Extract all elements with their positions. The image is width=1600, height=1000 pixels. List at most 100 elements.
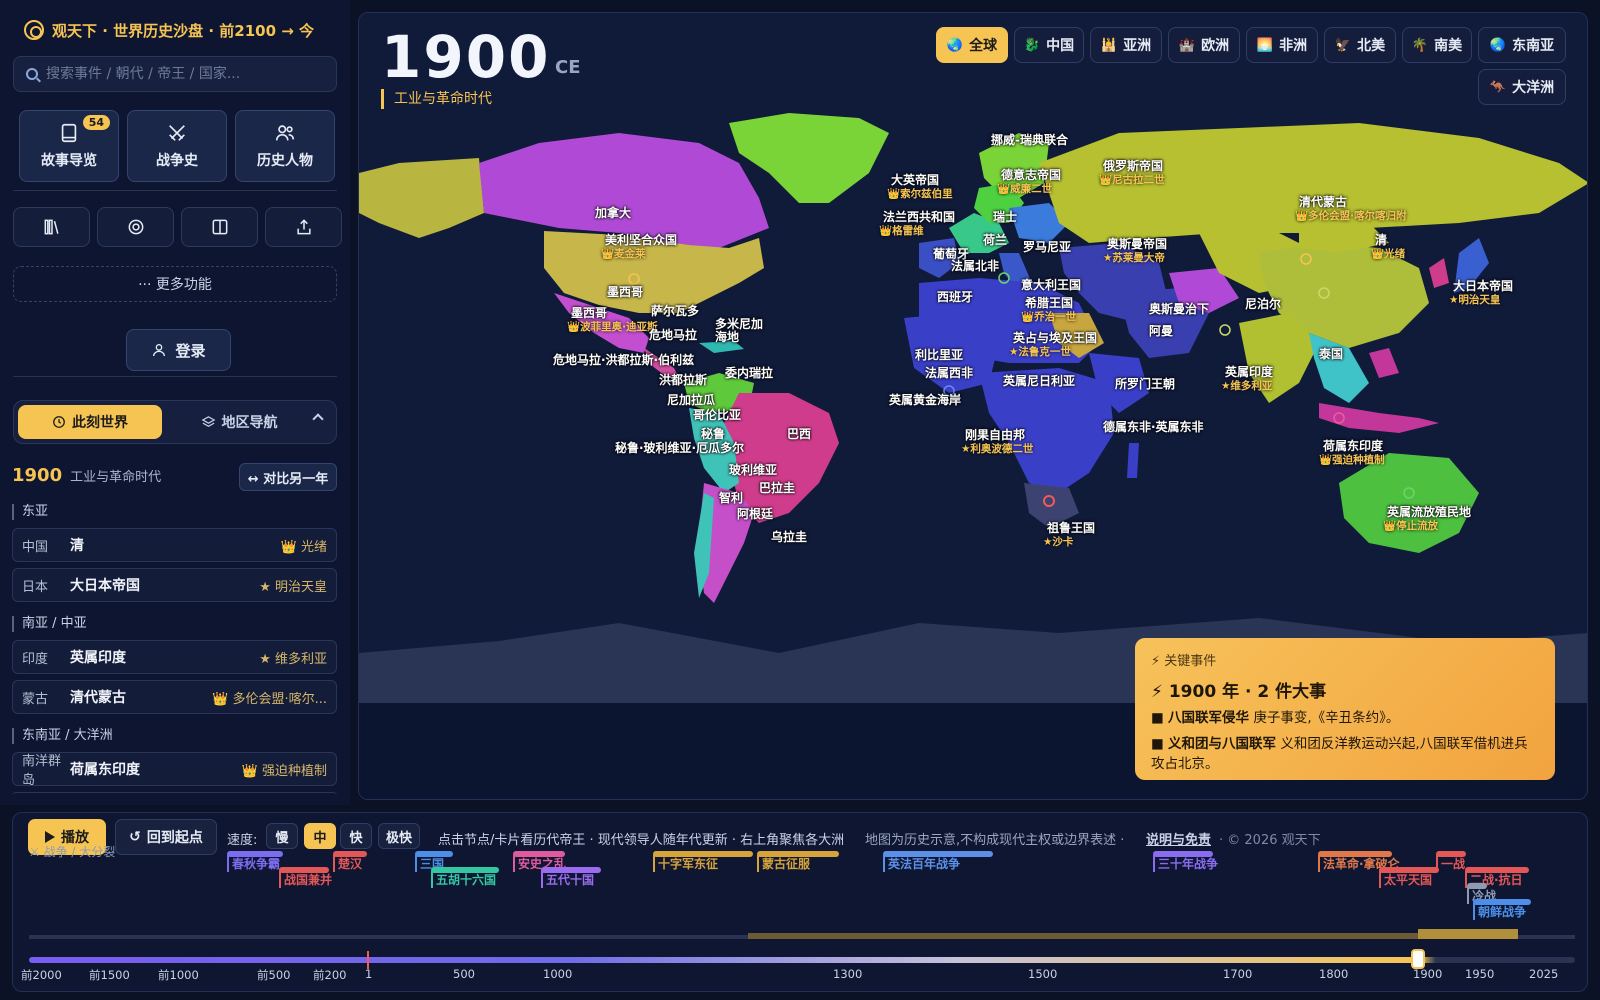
region-button[interactable]: 🕌 亚洲 xyxy=(1090,27,1162,63)
timeline-tick-label: 2025 xyxy=(1529,967,1559,981)
speed-button[interactable]: 极快 xyxy=(378,823,420,849)
map-state-label[interactable]: 尼泊尔 xyxy=(1245,295,1281,312)
region-row[interactable]: 日本 大日本帝国 ★ 明治天皇 xyxy=(12,568,337,602)
row-ruler: ★ 明治天皇 xyxy=(259,579,327,595)
region-button[interactable]: 🦘 大洋洲 xyxy=(1478,69,1566,105)
share-button[interactable] xyxy=(265,207,342,247)
wars-button[interactable]: 战争史 xyxy=(127,110,227,182)
region-row[interactable]: 蒙古 清代蒙古 👑 多伦会盟·喀尔... xyxy=(12,680,337,714)
map-state-label[interactable]: 海地 xyxy=(715,328,739,345)
timeline-event-label[interactable]: 五胡十六国 xyxy=(431,871,496,888)
event-item[interactable]: ■ 义和团与八国联军 义和团反洋教运动兴起,八国联军借机进兵攻占北京。 xyxy=(1151,734,1539,774)
map-state-label[interactable]: 乌拉圭 xyxy=(771,528,807,545)
map-state-label[interactable]: 所罗门王朝 xyxy=(1115,375,1175,392)
disclaimer-link[interactable]: 说明与免责 xyxy=(1146,829,1211,848)
map-state-label[interactable]: 罗马尼亚 xyxy=(1023,238,1071,255)
region-button[interactable]: 🌴 南美 xyxy=(1402,27,1472,63)
tab-now-world[interactable]: 此刻世界 xyxy=(18,405,162,439)
map-state-label[interactable]: 奥斯曼治下 xyxy=(1149,300,1209,317)
timeline-event-label[interactable]: 楚汉 xyxy=(333,855,362,872)
login-button[interactable]: 登录 xyxy=(126,329,231,371)
compare-year-button[interactable]: ↔ 对比另一年 xyxy=(239,463,337,491)
timeline-event-label[interactable]: 朝鲜战争 xyxy=(1473,903,1526,920)
search-icon xyxy=(26,68,38,80)
region-button[interactable]: 🏰 欧洲 xyxy=(1168,27,1240,63)
map-state-label[interactable]: 法属西非 xyxy=(925,364,973,381)
speed-button[interactable]: 慢 xyxy=(266,823,298,849)
world-map[interactable]: 1900 CE 工业与革命时代 🌏 全球 🐉 中国 🕌 亚洲 🏰 欧洲 🌅 非洲 🦅 北美 🌴 南美 🌏 东南… xyxy=(358,12,1588,800)
map-ruler-label: 👑威廉二世 xyxy=(997,183,1053,195)
region-row[interactable]: 南洋群岛 荷属东印度 👑 强迫种植制 xyxy=(12,752,337,788)
more-features-button[interactable]: ··· 更多功能 xyxy=(13,266,337,302)
stories-button[interactable]: 54 故事导览 xyxy=(19,110,119,182)
search-input[interactable] xyxy=(46,66,326,82)
speed-button[interactable]: 快 xyxy=(340,823,372,849)
map-state-label[interactable]: 德属东非·英属东非 xyxy=(1103,418,1204,435)
event-item[interactable]: ■ 八国联军侵华 庚子事变,《辛丑条约》。 xyxy=(1151,708,1539,728)
map-state-label[interactable]: 墨西哥 xyxy=(607,283,643,300)
map-state-label[interactable]: 巴拉圭 xyxy=(759,479,795,496)
map-ruler-label: 👑光绪 xyxy=(1371,248,1406,260)
map-state-label[interactable]: 法属北非 xyxy=(951,257,999,274)
map-state-label[interactable]: 阿根廷 xyxy=(737,505,773,522)
library-button[interactable] xyxy=(13,207,90,247)
region-button[interactable]: 🐉 中国 xyxy=(1014,27,1084,63)
timeline-event-label[interactable]: 英法百年战争 xyxy=(883,855,960,872)
map-ruler-label: 👑强迫种植制 xyxy=(1319,454,1385,466)
map-state-label[interactable]: 瑞士 xyxy=(993,208,1017,225)
timeline-tick-label: 前1000 xyxy=(158,968,199,982)
timeline-event-label[interactable]: 三十年战争 xyxy=(1153,855,1218,872)
target-button[interactable] xyxy=(97,207,174,247)
timeline-event-label[interactable]: 春秋争霸 xyxy=(227,855,280,872)
target-icon xyxy=(128,219,143,235)
chevron-up-icon[interactable] xyxy=(312,413,324,425)
region-row[interactable]: 印度 英属印度 ★ 维多利亚 xyxy=(12,640,337,674)
speed-button[interactable]: 中 xyxy=(304,823,336,849)
map-state-label[interactable]: 萨尔瓦多 xyxy=(651,302,699,319)
timeline-track[interactable] xyxy=(29,957,1575,963)
timeline-event-label[interactable]: 十字军东征 xyxy=(653,855,718,872)
map-state-label[interactable]: 英属黄金海岸 xyxy=(889,391,961,408)
map-state-label[interactable]: 智利 xyxy=(719,489,743,506)
copyright: · © 2026 观天下 xyxy=(1219,833,1321,848)
region-button[interactable]: 🌏 东南亚 xyxy=(1478,27,1566,63)
region-button[interactable]: 🦅 北美 xyxy=(1324,27,1396,63)
map-state-label[interactable]: 玻利维亚 xyxy=(729,461,777,478)
map-state-label[interactable]: 巴西 xyxy=(787,425,811,442)
timeline-tip: 点击节点/卡片看历代帝王 · 现代领导人随年代更新 · 右上角聚焦各大洲 xyxy=(438,833,845,848)
row-country: 中国 xyxy=(22,539,49,555)
timeline-tick-label: 500 xyxy=(453,967,475,981)
map-ruler-label: 👑麦金莱 xyxy=(601,248,646,260)
map-state-label[interactable]: 利比里亚 xyxy=(915,346,963,363)
region-row[interactable]: 中国 清 👑 光绪 xyxy=(12,528,337,562)
map-state-label[interactable]: 西班牙 xyxy=(937,288,973,305)
search-box[interactable] xyxy=(13,56,337,92)
reset-button[interactable]: ↺ 回到起点 xyxy=(115,819,217,855)
map-state-label[interactable]: 阿曼 xyxy=(1149,322,1173,339)
map-state-label[interactable]: 英属尼日利亚 xyxy=(1003,372,1075,389)
key-event-card[interactable]: ⚡ 关键事件 ⚡ 1900 年 · 2 件大事 ■ 八国联军侵华 庚子事变,《辛… xyxy=(1135,638,1555,780)
timeline-event-label[interactable]: 蒙古征服 xyxy=(757,855,810,872)
map-state-label[interactable]: 危地马拉·洪都拉斯·伯利兹 xyxy=(553,351,694,368)
map-state-label[interactable]: 加拿大 xyxy=(595,204,631,221)
map-state-label[interactable]: 危地马拉 xyxy=(649,326,697,343)
timeline-event-label[interactable]: 五代十国 xyxy=(541,871,594,888)
map-state-label[interactable]: 委内瑞拉 xyxy=(725,364,773,381)
map-state-label[interactable]: 泰国 xyxy=(1319,345,1343,362)
map-state-label[interactable]: 挪威-瑞典联合 xyxy=(991,131,1068,148)
map-state-label[interactable]: 意大利王国 xyxy=(1021,276,1081,293)
map-state-label[interactable]: 哥伦比亚 xyxy=(693,406,741,423)
map-state-label[interactable]: 洪都拉斯 xyxy=(659,371,707,388)
timeline-handle[interactable] xyxy=(1411,949,1425,969)
map-state-label[interactable]: 荷兰 xyxy=(983,231,1007,248)
timeline-event-label[interactable]: 战国兼并 xyxy=(279,871,332,888)
map-ruler-label: 👑波菲里奥·迪亚斯 xyxy=(567,321,658,333)
people-button[interactable]: 历史人物 xyxy=(235,110,335,182)
region-button[interactable]: 🌅 非洲 xyxy=(1246,27,1318,63)
region-button[interactable]: 🌏 全球 xyxy=(936,27,1008,63)
timeline-event-label[interactable]: 一战 xyxy=(1436,855,1465,872)
split-view-button[interactable] xyxy=(181,207,258,247)
map-state-label[interactable]: 秘鲁·玻利维亚·厄瓜多尔 xyxy=(615,439,744,456)
tab-region-nav[interactable]: 地区导航 xyxy=(174,405,304,439)
timeline-event-label[interactable]: 太平天国 xyxy=(1379,871,1432,888)
